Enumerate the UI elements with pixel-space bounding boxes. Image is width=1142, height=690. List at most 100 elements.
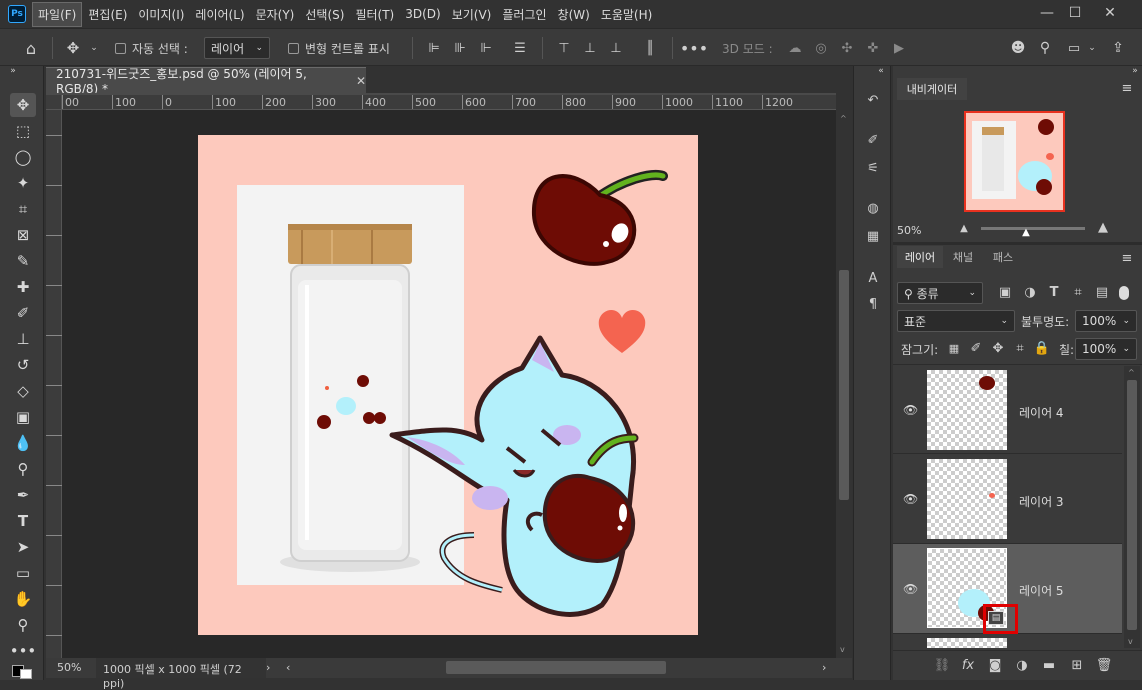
auto-select-dropdown[interactable]: 레이어 ⌄ — [204, 37, 270, 59]
menu-window[interactable]: 창(W) — [553, 3, 595, 26]
layers-scroll-thumb[interactable] — [1127, 380, 1137, 630]
layer-row[interactable]: 👁 레이어 4 — [893, 366, 1122, 454]
menu-edit[interactable]: 편집(E) — [83, 3, 132, 26]
visibility-eye-icon[interactable]: 👁 — [903, 492, 918, 506]
eyedropper-icon[interactable]: ✎ — [10, 249, 36, 273]
magic-wand-icon[interactable]: ✦ — [10, 171, 36, 195]
scroll-left-icon[interactable]: ‹ — [286, 661, 290, 674]
menu-type[interactable]: 문자(Y) — [251, 3, 300, 26]
menu-layer[interactable]: 레이어(L) — [190, 3, 249, 26]
menu-3d[interactable]: 3D(D) — [400, 4, 445, 24]
color-panel-icon[interactable]: ◍ — [863, 198, 883, 218]
blend-mode-dropdown[interactable]: 표준 ⌄ — [897, 310, 1015, 332]
group-folder-icon[interactable]: ▬ — [1040, 657, 1058, 673]
tab-layers[interactable]: 레이어 — [897, 246, 943, 268]
character-panel-icon[interactable]: A — [863, 268, 883, 288]
filter-pixel-icon[interactable]: ▣ — [997, 284, 1013, 300]
align-center-icon[interactable]: ⊪ — [452, 39, 468, 57]
menu-image[interactable]: 이미지(I) — [133, 3, 189, 26]
chevron-down-icon[interactable]: ⌄ — [88, 39, 100, 57]
move-tool-icon[interactable]: ✥ — [10, 93, 36, 117]
type-tool-icon[interactable]: T — [10, 509, 36, 533]
scroll-right-icon[interactable]: › — [822, 661, 826, 674]
crop-tool-icon[interactable]: ⌗ — [10, 197, 36, 221]
dodge-tool-icon[interactable]: ⚲ — [10, 457, 36, 481]
trash-icon[interactable]: 🗑 — [1095, 657, 1113, 673]
distribute-vertical-icon[interactable]: ║ — [642, 39, 658, 57]
layer-row[interactable]: 👁 레이어 3 — [893, 454, 1122, 544]
eraser-tool-icon[interactable]: ◇ — [10, 379, 36, 403]
color-swatches[interactable] — [12, 665, 34, 679]
more-tools-icon[interactable]: ••• — [10, 639, 37, 663]
vertical-scroll-thumb[interactable] — [839, 270, 849, 500]
zoom-tool-icon[interactable]: ⚲ — [10, 613, 36, 637]
more-options-icon[interactable]: ••• — [680, 39, 708, 58]
healing-brush-icon[interactable]: ✚ — [10, 275, 36, 299]
history-panel-icon[interactable]: ↶ — [863, 90, 883, 110]
clone-stamp-icon[interactable]: ⊥ — [10, 327, 36, 351]
zoom-level[interactable]: 50% — [57, 661, 81, 674]
menu-file[interactable]: 파일(F) — [32, 1, 83, 27]
blur-tool-icon[interactable]: 💧 — [10, 431, 36, 455]
share-icon[interactable]: ⇪ — [1108, 39, 1128, 57]
zoom-in-icon[interactable]: ▲ — [1093, 220, 1113, 235]
lock-transparency-icon[interactable]: ▦ — [947, 341, 961, 355]
tab-paths[interactable]: 패스 — [985, 246, 1021, 268]
home-icon[interactable]: ⌂ — [20, 39, 42, 58]
align-left-icon[interactable]: ⊫ — [426, 39, 442, 57]
layer-row[interactable] — [893, 634, 1122, 648]
chevron-down-icon[interactable]: ⌄ — [1086, 39, 1098, 57]
auto-select-checkbox[interactable]: 자동 선택 : — [115, 29, 188, 67]
menu-help[interactable]: 도움말(H) — [596, 3, 658, 26]
history-brush-icon[interactable]: ↺ — [10, 353, 36, 377]
filter-toggle[interactable] — [1119, 286, 1129, 300]
align-bottom-icon[interactable]: ⊥ — [608, 39, 624, 57]
lasso-tool-icon[interactable]: ◯ — [10, 145, 36, 169]
fill-input[interactable]: 100% ⌄ — [1075, 338, 1137, 360]
transform-controls-checkbox[interactable]: 변형 컨트롤 표시 — [288, 29, 390, 67]
align-right-icon[interactable]: ⊩ — [478, 39, 494, 57]
zoom-out-icon[interactable]: ▲ — [957, 222, 971, 234]
visibility-eye-icon[interactable]: 👁 — [903, 582, 918, 596]
marquee-tool-icon[interactable]: ⬚ — [10, 119, 36, 143]
horizontal-scroll-thumb[interactable] — [446, 661, 666, 674]
close-icon[interactable]: ✕ — [1095, 0, 1125, 26]
minimize-icon[interactable]: — — [1032, 0, 1062, 26]
tab-navigator[interactable]: 내비게이터 — [897, 78, 967, 100]
checkbox-icon[interactable] — [115, 42, 126, 54]
adjustment-layer-icon[interactable]: ◑ — [1013, 657, 1031, 673]
fx-icon[interactable]: fx — [959, 657, 977, 673]
vertical-scrollbar[interactable]: ^ v — [836, 110, 852, 658]
info-arrow-icon[interactable]: › — [266, 661, 270, 674]
layers-scrollbar[interactable]: ^ v — [1124, 366, 1140, 648]
panel-menu-icon[interactable]: ≡ — [1119, 250, 1135, 266]
checkbox-icon[interactable] — [288, 42, 299, 54]
lock-artboard-icon[interactable]: ⌗ — [1013, 341, 1027, 356]
adjustments-panel-icon[interactable]: ⚟ — [863, 158, 883, 178]
brush-tool-icon[interactable]: ✐ — [10, 301, 36, 325]
distribute-icon[interactable]: ☰ — [512, 39, 528, 57]
document-canvas[interactable] — [62, 110, 836, 658]
pen-tool-icon[interactable]: ✒ — [10, 483, 36, 507]
filter-shape-icon[interactable]: ⌗ — [1070, 284, 1086, 300]
panel-menu-icon[interactable]: ≡ — [1119, 80, 1135, 96]
paragraph-panel-icon[interactable]: ¶ — [863, 294, 883, 314]
filter-adjustment-icon[interactable]: ◑ — [1022, 284, 1038, 300]
layer-mask-icon[interactable]: ◙ — [986, 657, 1004, 673]
menu-filter[interactable]: 필터(T) — [350, 3, 399, 26]
lock-all-icon[interactable]: 🔒 — [1034, 341, 1050, 356]
collapse-icon[interactable]: « — [874, 66, 888, 76]
search-icon[interactable]: ⚲ — [1035, 39, 1055, 57]
rectangle-tool-icon[interactable]: ▭ — [10, 561, 36, 585]
align-middle-icon[interactable]: ⊥ — [582, 39, 598, 57]
maximize-icon[interactable]: ☐ — [1060, 0, 1090, 26]
tab-channels[interactable]: 채널 — [945, 246, 981, 268]
swatches-panel-icon[interactable]: ▦ — [863, 226, 883, 246]
hand-tool-icon[interactable]: ✋ — [10, 587, 36, 611]
canvas-area[interactable] — [62, 110, 836, 658]
brush-settings-icon[interactable]: ✐ — [863, 130, 883, 150]
menu-select[interactable]: 선택(S) — [300, 3, 349, 26]
workspace-icon[interactable]: ▭ — [1064, 39, 1084, 57]
user-icon[interactable]: ☻ — [1008, 39, 1028, 57]
frame-tool-icon[interactable]: ⊠ — [10, 223, 36, 247]
